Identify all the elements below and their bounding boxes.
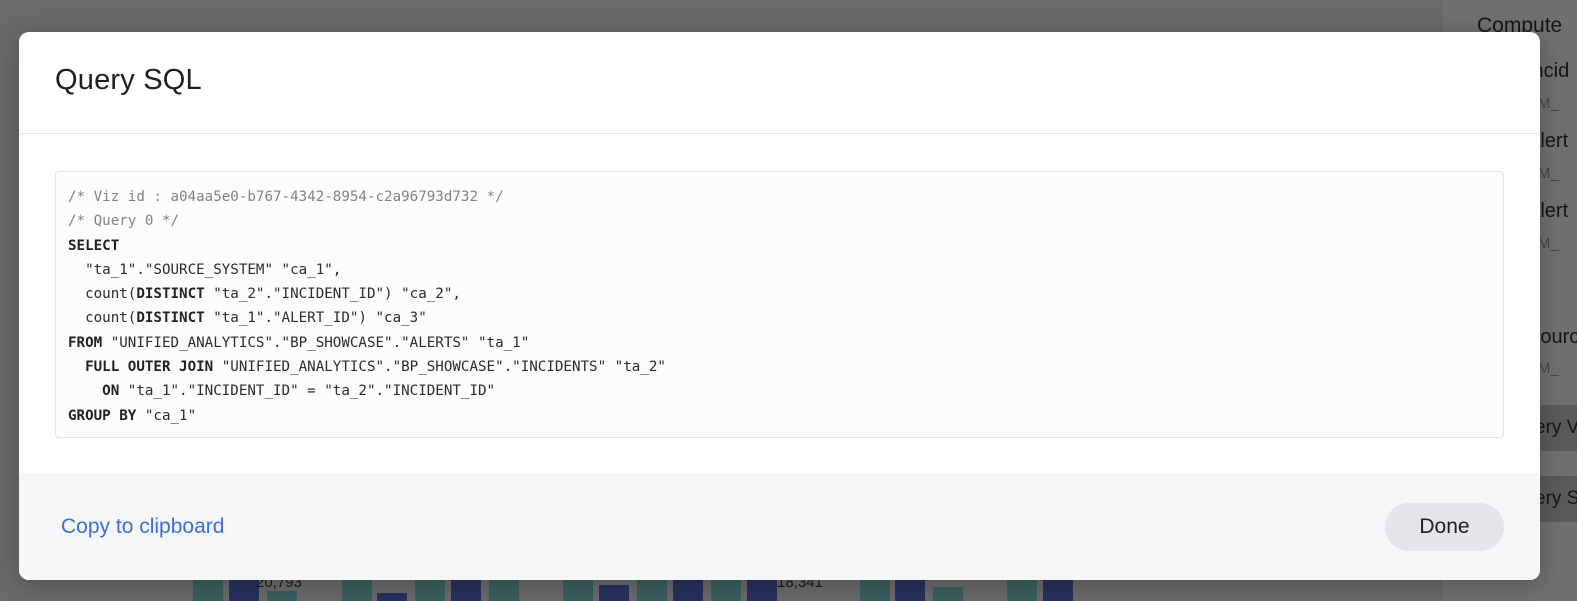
sql-text: count( bbox=[68, 310, 137, 327]
sql-keyword: FULL OUTER JOIN bbox=[85, 359, 214, 376]
sql-code-line: count(DISTINCT "ta_1"."ALERT_ID") "ca_3" bbox=[68, 306, 1491, 330]
sql-text: "ta_1"."SOURCE_SYSTEM" "ca_1", bbox=[68, 261, 342, 278]
bg-chart-bar bbox=[563, 579, 593, 601]
bg-chart-bar bbox=[895, 579, 925, 601]
sql-comment: /* Viz id : a04aa5e0-b767-4342-8954-c2a9… bbox=[68, 189, 504, 205]
bg-chart-bar bbox=[860, 579, 890, 601]
bg-chart-bar bbox=[451, 579, 481, 601]
sql-keyword: DISTINCT bbox=[136, 286, 205, 303]
sql-code-line: ON "ta_1"."INCIDENT_ID" = "ta_2"."INCIDE… bbox=[68, 379, 1491, 403]
sql-code-block[interactable]: /* Viz id : a04aa5e0-b767-4342-8954-c2a9… bbox=[55, 171, 1504, 438]
bg-chart-bar bbox=[489, 579, 519, 601]
sql-text: "UNIFIED_ANALYTICS"."BP_SHOWCASE"."ALERT… bbox=[102, 334, 530, 351]
sql-text: count( bbox=[68, 286, 137, 303]
sql-text: "ta_1"."ALERT_ID") "ca_3" bbox=[204, 310, 427, 327]
bg-chart-bar bbox=[747, 579, 777, 601]
bg-chart-bar bbox=[1007, 579, 1037, 601]
sql-keyword: DISTINCT bbox=[136, 310, 205, 327]
bg-chart-bar bbox=[933, 587, 963, 601]
bg-chart-bar bbox=[711, 579, 741, 601]
copy-to-clipboard-link[interactable]: Copy to clipboard bbox=[61, 515, 224, 539]
sql-text: "ca_1" bbox=[136, 407, 197, 424]
sql-text: "ta_2"."INCIDENT_ID") "ca_2", bbox=[204, 286, 461, 303]
sql-text: "ta_1"."INCIDENT_ID" = "ta_2"."INCIDENT_… bbox=[119, 383, 496, 400]
bg-chart-bar bbox=[415, 579, 445, 601]
bg-chart-bar bbox=[377, 593, 407, 601]
bg-chart-bar bbox=[673, 579, 703, 601]
bg-chart-bar bbox=[229, 579, 259, 601]
sql-code-line: count(DISTINCT "ta_2"."INCIDENT_ID") "ca… bbox=[68, 282, 1491, 306]
sql-code-line: "ta_1"."SOURCE_SYSTEM" "ca_1", bbox=[68, 258, 1491, 282]
done-button[interactable]: Done bbox=[1385, 503, 1504, 551]
bg-chart-bar bbox=[599, 585, 629, 601]
bg-chart-bar bbox=[193, 579, 223, 601]
sql-keyword: GROUP BY bbox=[68, 407, 137, 424]
bg-chart-bar bbox=[1043, 579, 1073, 601]
dialog-header: Query SQL bbox=[19, 32, 1540, 134]
dialog-body: /* Viz id : a04aa5e0-b767-4342-8954-c2a9… bbox=[19, 134, 1540, 473]
dialog-title: Query SQL bbox=[55, 64, 202, 96]
sql-code-line: FULL OUTER JOIN "UNIFIED_ANALYTICS"."BP_… bbox=[68, 355, 1491, 379]
sql-code-line: GROUP BY "ca_1" bbox=[68, 404, 1491, 428]
bg-chart-bar bbox=[342, 579, 372, 601]
query-sql-dialog: Query SQL /* Viz id : a04aa5e0-b767-4342… bbox=[19, 32, 1540, 580]
bg-chart-bar bbox=[267, 591, 297, 601]
bg-chart-bar bbox=[637, 579, 667, 601]
sql-keyword: SELECT bbox=[68, 237, 120, 254]
sql-text: "UNIFIED_ANALYTICS"."BP_SHOWCASE"."INCID… bbox=[213, 359, 666, 376]
sql-code-line: SELECT bbox=[68, 234, 1491, 258]
sql-keyword: FROM bbox=[68, 334, 103, 351]
sql-code-line: /* Query 0 */ bbox=[68, 209, 1491, 233]
sql-keyword: ON bbox=[102, 383, 120, 400]
sql-comment: /* Query 0 */ bbox=[68, 213, 180, 230]
sql-code-line: FROM "UNIFIED_ANALYTICS"."BP_SHOWCASE"."… bbox=[68, 331, 1491, 355]
sql-code-line: /* Viz id : a04aa5e0-b767-4342-8954-c2a9… bbox=[68, 185, 1491, 209]
dialog-footer: Copy to clipboard Done bbox=[19, 473, 1540, 580]
